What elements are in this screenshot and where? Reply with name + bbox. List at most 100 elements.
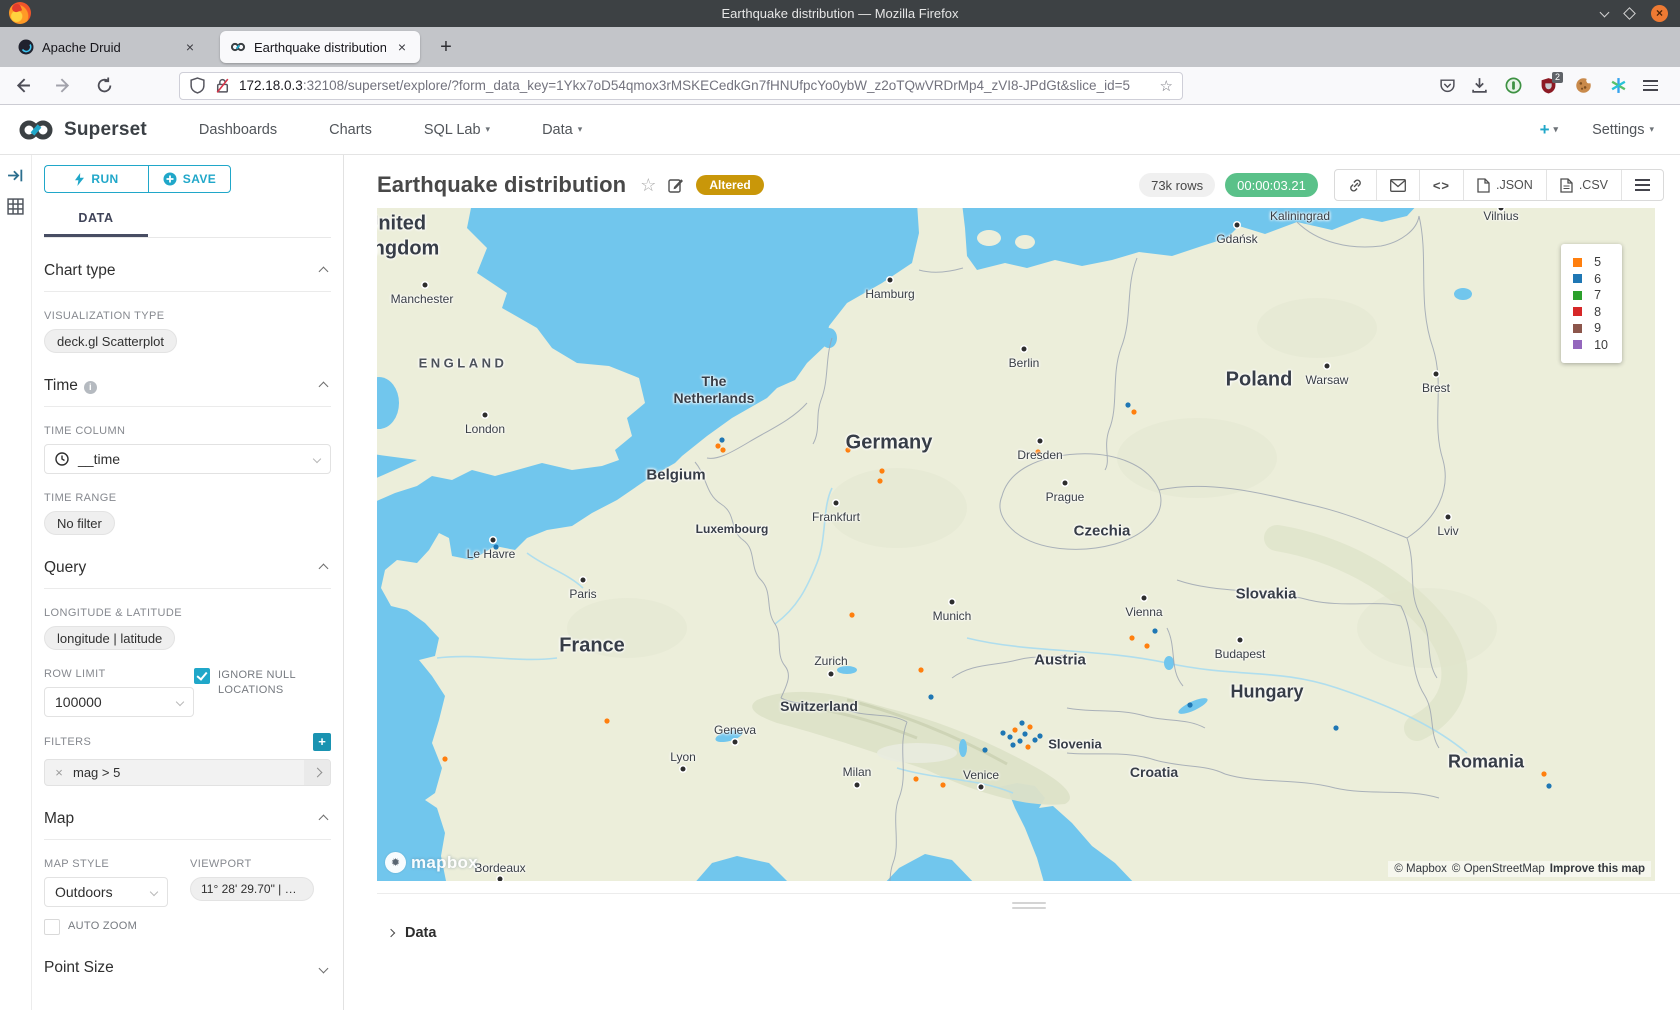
browser-tab-druid[interactable]: Apache Druid × <box>8 31 208 63</box>
legend-item[interactable]: 8 <box>1573 304 1608 321</box>
plus-circle-icon <box>163 172 177 186</box>
url-bar[interactable]: 172.18.0.3:32108/superset/explore/?form_… <box>179 72 1183 100</box>
time-range-value[interactable]: No filter <box>44 511 115 535</box>
lock-insecure-icon[interactable] <box>214 77 231 94</box>
earthquake-point <box>1032 737 1037 742</box>
section-header-query[interactable]: Query <box>44 559 331 589</box>
edit-icon[interactable] <box>668 177 684 193</box>
lonlat-value[interactable]: longitude | latitude <box>44 626 175 650</box>
expand-filter-icon[interactable] <box>304 760 330 785</box>
earthquake-point <box>1129 635 1134 640</box>
superset-infinity-icon <box>16 118 56 142</box>
cookie-extension-icon[interactable] <box>1573 76 1593 96</box>
nav-item-charts[interactable]: Charts <box>329 122 372 138</box>
extension-shield-icon[interactable]: 2 <box>1538 76 1558 96</box>
browser-tab-superset[interactable]: Earthquake distribution × <box>220 31 420 63</box>
improve-map-link[interactable]: Improve this map <box>1550 863 1645 875</box>
legend-label: 8 <box>1594 305 1601 319</box>
window-close-icon[interactable]: × <box>1651 5 1668 22</box>
tab-close-icon[interactable]: × <box>182 39 198 55</box>
auto-zoom-checkbox[interactable]: AUTO ZOOM <box>44 919 168 935</box>
earthquake-point <box>928 694 933 699</box>
section-header-map[interactable]: Map <box>44 810 331 840</box>
viewport-value[interactable]: 11° 28' 29.70" | 50... <box>190 877 314 901</box>
reload-icon[interactable] <box>96 77 113 94</box>
embed-code-button[interactable]: <> <box>1419 170 1463 200</box>
chevron-down-icon <box>150 888 158 896</box>
tab-data[interactable]: DATA <box>44 211 148 237</box>
url-host: 172.18.0.3 <box>239 78 303 93</box>
shield-icon[interactable] <box>189 77 206 94</box>
superset-favicon-icon <box>230 39 246 55</box>
superset-logo[interactable]: Superset <box>16 118 147 142</box>
browser-menu-icon[interactable] <box>1643 80 1658 91</box>
row-limit-select[interactable]: 100000 <box>44 687 194 717</box>
back-icon[interactable] <box>14 77 31 94</box>
chevron-up-icon <box>319 563 329 573</box>
legend-item[interactable]: 6 <box>1573 271 1608 288</box>
mapbox-logo[interactable]: ✹ mapbox <box>385 852 478 873</box>
pocket-icon[interactable] <box>1439 77 1456 94</box>
legend-label: 9 <box>1594 321 1601 335</box>
copy-link-button[interactable] <box>1335 170 1376 200</box>
section-header-point-size[interactable]: Point Size <box>44 959 331 988</box>
legend-swatch <box>1573 274 1582 283</box>
legend-item[interactable]: 9 <box>1573 320 1608 337</box>
altered-badge[interactable]: Altered <box>696 175 763 195</box>
bookmark-star-icon[interactable]: ☆ <box>1160 77 1173 95</box>
save-button[interactable]: SAVE <box>148 165 231 193</box>
asterisk-extension-icon[interactable] <box>1608 76 1628 96</box>
tab-close-icon[interactable]: × <box>394 39 410 55</box>
legend-item[interactable]: 5 <box>1573 254 1608 271</box>
section-time: Timei TIME COLUMN __time TIME RANGE No f… <box>44 377 331 535</box>
extension-green-icon[interactable] <box>1503 76 1523 96</box>
map-geography <box>377 208 1655 881</box>
nav-item-data[interactable]: Data▾ <box>542 122 582 138</box>
earthquake-point <box>1125 402 1130 407</box>
remove-filter-icon[interactable]: × <box>45 765 73 780</box>
earthquake-point <box>1144 643 1149 648</box>
export-json-button[interactable]: .JSON <box>1463 170 1546 200</box>
checkbox-checked-icon[interactable] <box>194 668 210 684</box>
map-canvas[interactable]: UnitedKingdomFranceGermanyPolandHungaryR… <box>377 208 1655 881</box>
settings-menu[interactable]: Settings▾ <box>1592 122 1654 138</box>
menu-icon <box>1635 179 1650 190</box>
checkbox-unchecked-icon[interactable] <box>44 919 60 935</box>
earthquake-point <box>1025 744 1030 749</box>
window-minimize-icon[interactable] <box>1600 7 1610 17</box>
map-legend: 5678 9 10 <box>1561 244 1622 363</box>
download-icon[interactable] <box>1471 77 1488 94</box>
export-csv-button[interactable]: .CSV <box>1546 170 1621 200</box>
chart-menu-button[interactable] <box>1621 170 1663 200</box>
legend-item[interactable]: 7 <box>1573 287 1608 304</box>
time-column-select[interactable]: __time <box>44 444 331 474</box>
earthquake-point <box>1000 730 1005 735</box>
section-header-chart-type[interactable]: Chart type <box>44 262 331 292</box>
ignore-null-checkbox[interactable]: IGNORE NULL LOCATIONS <box>194 668 331 698</box>
run-button[interactable]: RUN <box>44 165 148 193</box>
add-filter-button[interactable]: + <box>313 733 331 751</box>
forward-icon[interactable] <box>55 77 72 94</box>
legend-item[interactable]: 10 <box>1573 337 1608 354</box>
expand-panel-icon[interactable] <box>7 167 24 184</box>
dataset-grid-icon[interactable] <box>7 198 24 215</box>
attribution-mapbox-link[interactable]: © Mapbox <box>1394 863 1447 875</box>
favorite-star-icon[interactable]: ☆ <box>640 175 656 196</box>
map-style-select[interactable]: Outdoors <box>44 877 168 907</box>
email-button[interactable] <box>1376 170 1419 200</box>
nav-item-sql-lab[interactable]: SQL Lab▾ <box>424 122 490 138</box>
viz-type-value[interactable]: deck.gl Scatterplot <box>44 329 177 353</box>
section-header-time[interactable]: Timei <box>44 377 331 407</box>
add-new-button[interactable]: +▾ <box>1540 120 1558 140</box>
pane-drag-handle[interactable] <box>1012 902 1046 909</box>
new-tab-button[interactable]: + <box>434 36 458 59</box>
nav-item-dashboards[interactable]: Dashboards <box>199 122 277 138</box>
earthquake-point <box>715 443 720 448</box>
chart-title: Earthquake distribution <box>377 172 626 198</box>
data-panel-toggle[interactable]: Data <box>377 925 1680 941</box>
browser-toolbar: 172.18.0.3:32108/superset/explore/?form_… <box>0 67 1680 105</box>
attribution-osm-link[interactable]: © OpenStreetMap <box>1452 863 1545 875</box>
window-maximize-icon[interactable] <box>1623 7 1636 20</box>
window-titlebar: Earthquake distribution — Mozilla Firefo… <box>0 0 1680 27</box>
filter-chip[interactable]: × mag > 5 <box>44 759 331 786</box>
